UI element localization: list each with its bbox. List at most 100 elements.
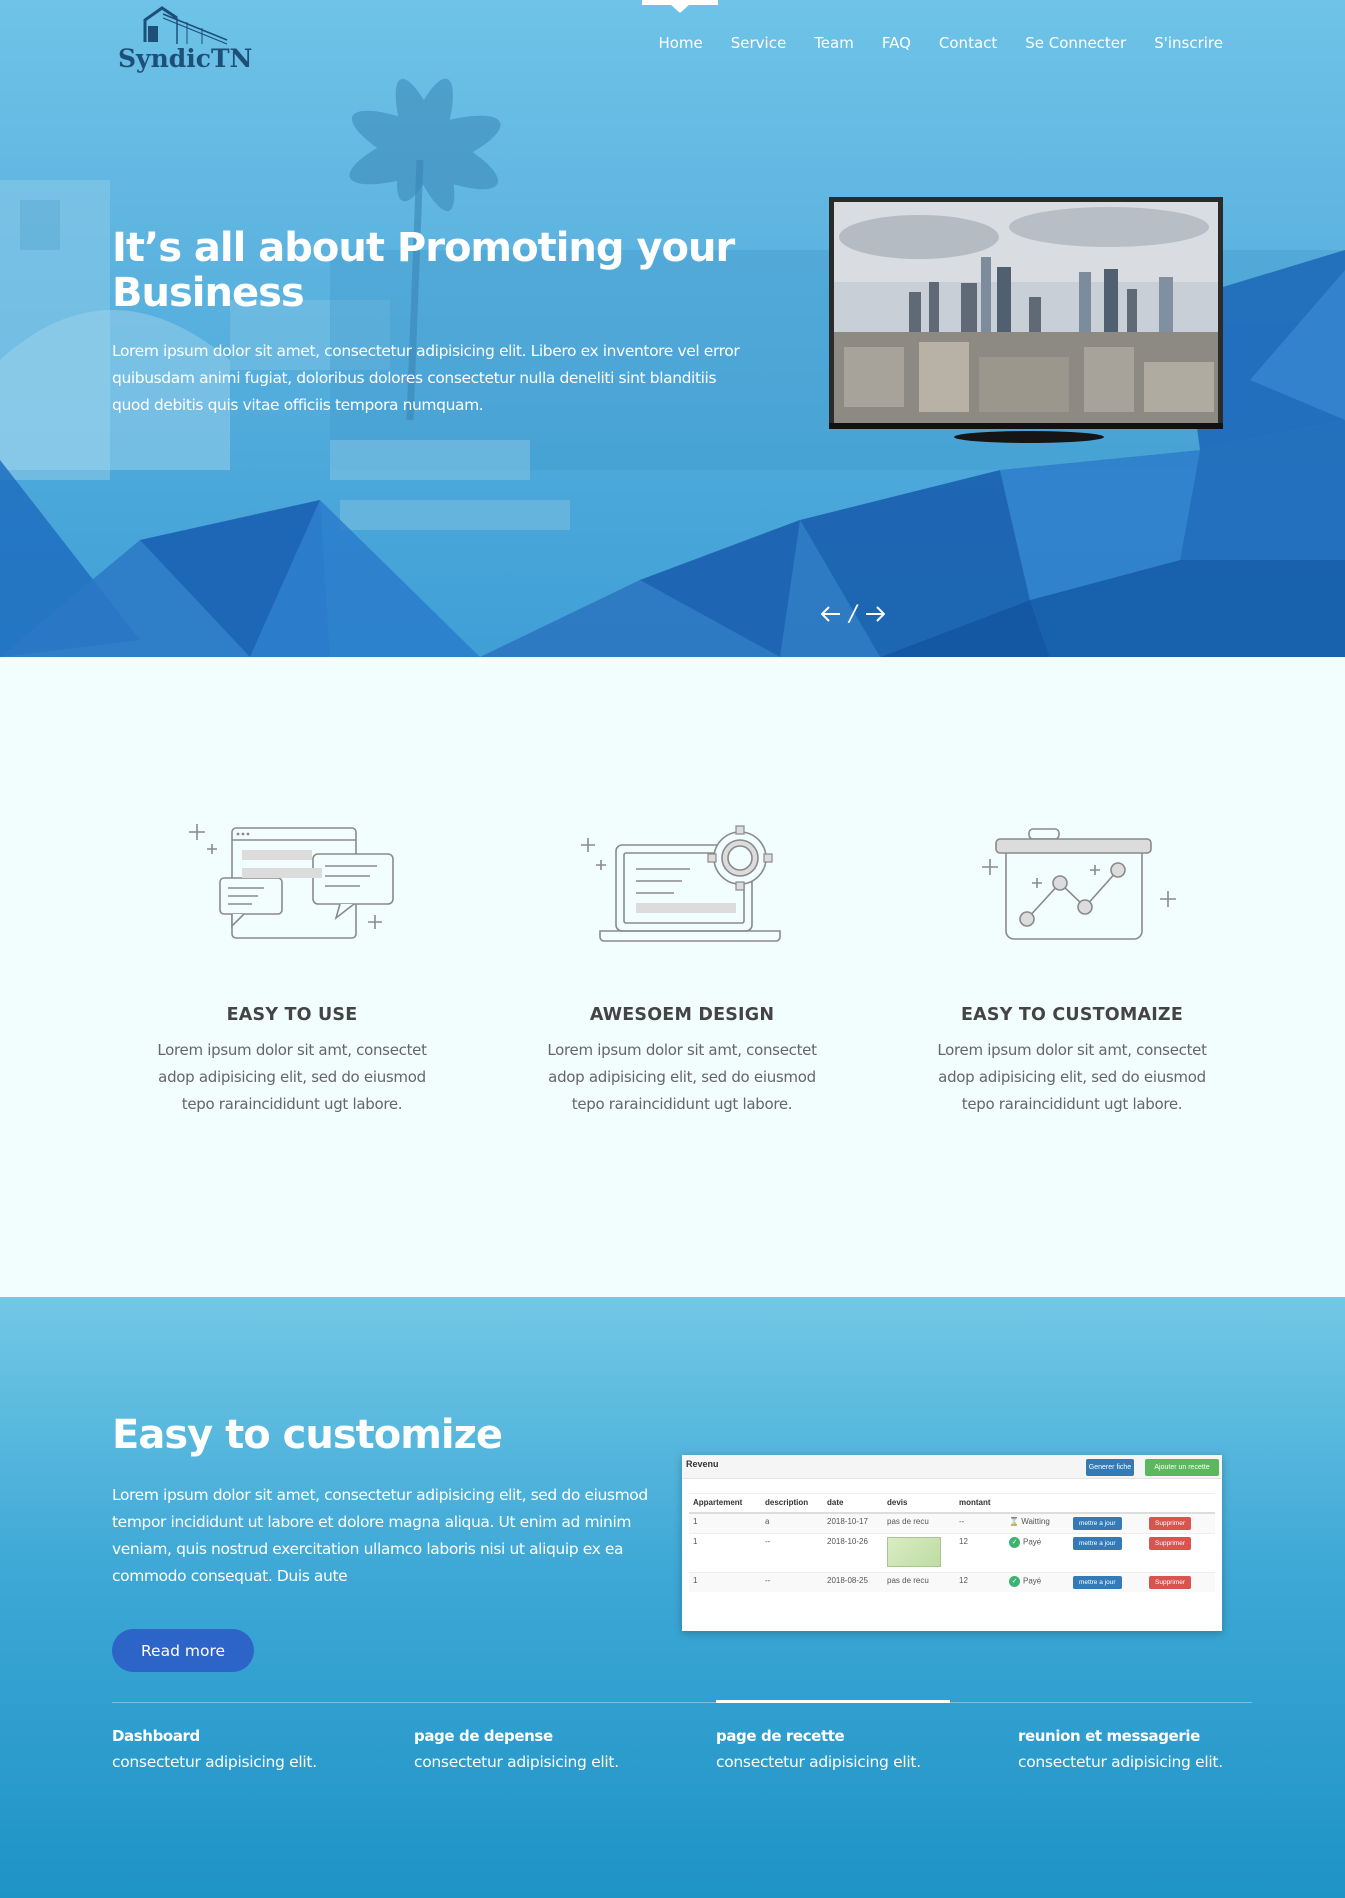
slider-controls: / [816, 598, 890, 630]
slider-prev-arrow-icon[interactable] [816, 598, 846, 630]
hero-description: Lorem ipsum dolor sit amet, consectetur … [112, 342, 740, 414]
cell-montant: 12 [955, 1571, 1005, 1592]
cell-appartement: 1 [689, 1512, 761, 1533]
feature-title: EASY TO CUSTOMAIZE [961, 1005, 1183, 1025]
cell-montant: 12 [955, 1532, 1005, 1572]
status-text: Payé [1023, 1537, 1042, 1547]
delete-button[interactable]: Supprimer [1149, 1575, 1191, 1589]
tab-page-de-depense[interactable]: page de depense consectetur adipisicing … [414, 1727, 654, 1771]
update-button[interactable]: mettre a jour [1073, 1516, 1122, 1530]
tab-reunion-et-messagerie[interactable]: reunion et messagerie consectetur adipis… [1018, 1727, 1258, 1771]
tab-title: page de depense [414, 1727, 553, 1745]
read-more-button[interactable]: Read more [112, 1629, 254, 1672]
dashboard-header: Revenu Generer fiche Ajouter un recette [682, 1455, 1222, 1479]
tv-city-image [829, 197, 1223, 443]
status-text: Waitting [1021, 1516, 1050, 1526]
nav-home[interactable]: Home [644, 32, 716, 54]
table-row: 1 -- 2018-10-26 12 ✓ Payé mettre a jour S… [689, 1532, 1215, 1572]
delete-button[interactable]: Supprimer [1149, 1516, 1191, 1530]
cell-status: ⌛ Waitting [1005, 1512, 1069, 1533]
add-revenue-button[interactable]: Ajouter un recette [1145, 1459, 1219, 1476]
main-nav: Home Service Team FAQ Contact Se Connect… [644, 32, 1237, 54]
table-row: 1 a 2018-10-17 pas de recu -- ⌛ Waitting… [689, 1512, 1215, 1533]
table-row: 1 -- 2018-08-25 pas de recu 12 ✓ Payé met… [689, 1571, 1215, 1592]
col-devis: devis [883, 1493, 955, 1514]
customize-section: Easy to customize Lorem ipsum dolor sit … [0, 1297, 1345, 1898]
cell-devis: pas de recu [883, 1512, 955, 1533]
generate-sheet-button[interactable]: Generer fiche [1086, 1459, 1134, 1476]
tab-title: reunion et messagerie [1018, 1727, 1200, 1745]
delete-button[interactable]: Supprimer [1149, 1536, 1191, 1550]
col-date: date [823, 1493, 883, 1514]
feature-title: AWESOEM DESIGN [589, 1005, 775, 1025]
chat-window-icon [189, 824, 394, 939]
tab-desc: consectetur adipisicing elit. [112, 1753, 317, 1771]
cell-delete: Supprimer [1145, 1512, 1215, 1533]
col-montant: montant [955, 1493, 1005, 1514]
cell-date: 2018-10-26 [823, 1532, 883, 1572]
cell-montant: -- [955, 1512, 1005, 1533]
hero-section: SyndicTN Home Service Team FAQ Contact S… [0, 0, 1345, 657]
customize-title: Easy to customize [112, 1412, 503, 1458]
dashboard-title: Revenu [686, 1459, 719, 1469]
slider-next-arrow-icon[interactable] [860, 598, 890, 630]
cell-delete: Supprimer [1145, 1571, 1215, 1592]
cell-description: -- [761, 1571, 823, 1592]
nav-contact[interactable]: Contact [925, 32, 1011, 54]
feature-text: Lorem ipsum dolor sit amt, consectet ado… [157, 1041, 427, 1113]
nav-service[interactable]: Service [717, 32, 800, 54]
nav-se-connecter[interactable]: Se Connecter [1011, 32, 1140, 54]
nav-faq[interactable]: FAQ [868, 32, 925, 54]
cell-update: mettre a jour [1069, 1532, 1145, 1572]
update-button[interactable]: mettre a jour [1073, 1536, 1122, 1550]
features-section: EASY TO USE Lorem ipsum dolor sit amt, c… [0, 657, 1345, 1297]
tab-desc: consectetur adipisicing elit. [716, 1753, 921, 1771]
tab-desc: consectetur adipisicing elit. [414, 1753, 619, 1771]
col-update [1069, 1493, 1145, 1514]
active-tab-indicator [716, 1700, 950, 1703]
status-text: Payé [1023, 1576, 1042, 1586]
cell-update: mettre a jour [1069, 1571, 1145, 1592]
brand-name[interactable]: SyndicTN [118, 44, 252, 73]
check-circle-icon: ✓ [1009, 1575, 1020, 1587]
slider-separator: / [849, 601, 857, 627]
tab-title: page de recette [716, 1727, 845, 1745]
presentation-chart-icon [982, 828, 1176, 940]
revenue-dashboard-preview: Revenu Generer fiche Ajouter un recette … [682, 1455, 1222, 1631]
tab-desc: consectetur adipisicing elit. [1018, 1753, 1223, 1771]
cell-appartement: 1 [689, 1532, 761, 1572]
cell-delete: Supprimer [1145, 1532, 1215, 1572]
tab-page-de-recette[interactable]: page de recette consectetur adipisicing … [716, 1727, 956, 1771]
col-status [1005, 1493, 1069, 1514]
cell-devis [883, 1532, 955, 1572]
cell-date: 2018-08-25 [823, 1571, 883, 1592]
revenue-table: Appartement description date devis monta… [689, 1493, 1215, 1592]
col-appartement: Appartement [689, 1493, 761, 1514]
cell-devis: pas de recu [883, 1571, 955, 1592]
cell-status: ✓ Payé [1005, 1532, 1069, 1572]
check-circle-icon: ✓ [1009, 1536, 1020, 1548]
cheque-thumbnail[interactable] [887, 1536, 941, 1567]
nav-active-caret [670, 4, 690, 13]
nav-sinscrire[interactable]: S'inscrire [1140, 32, 1237, 54]
feature-text: Lorem ipsum dolor sit amt, consectet ado… [547, 1041, 817, 1113]
nav-team[interactable]: Team [800, 32, 868, 54]
hero-title: It’s all about Promoting your Business [112, 225, 735, 316]
customize-description: Lorem ipsum dolor sit amet, consectetur … [112, 1486, 648, 1585]
table-header-row: Appartement description date devis monta… [689, 1493, 1215, 1514]
feature-title: EASY TO USE [226, 1005, 358, 1025]
col-description: description [761, 1493, 823, 1514]
feature-text: Lorem ipsum dolor sit amt, consectet ado… [937, 1041, 1207, 1113]
cell-status: ✓ Payé [1005, 1571, 1069, 1592]
tabs-divider [112, 1702, 1252, 1703]
tab-dashboard[interactable]: Dashboard consectetur adipisicing elit. [112, 1727, 352, 1771]
cell-description: -- [761, 1532, 823, 1572]
cell-date: 2018-10-17 [823, 1512, 883, 1533]
cell-appartement: 1 [689, 1571, 761, 1592]
cell-description: a [761, 1512, 823, 1533]
col-delete [1145, 1493, 1215, 1514]
tab-title: Dashboard [112, 1727, 200, 1745]
cell-update: mettre a jour [1069, 1512, 1145, 1533]
update-button[interactable]: mettre a jour [1073, 1575, 1122, 1589]
hourglass-icon: ⌛ [1009, 1516, 1019, 1526]
